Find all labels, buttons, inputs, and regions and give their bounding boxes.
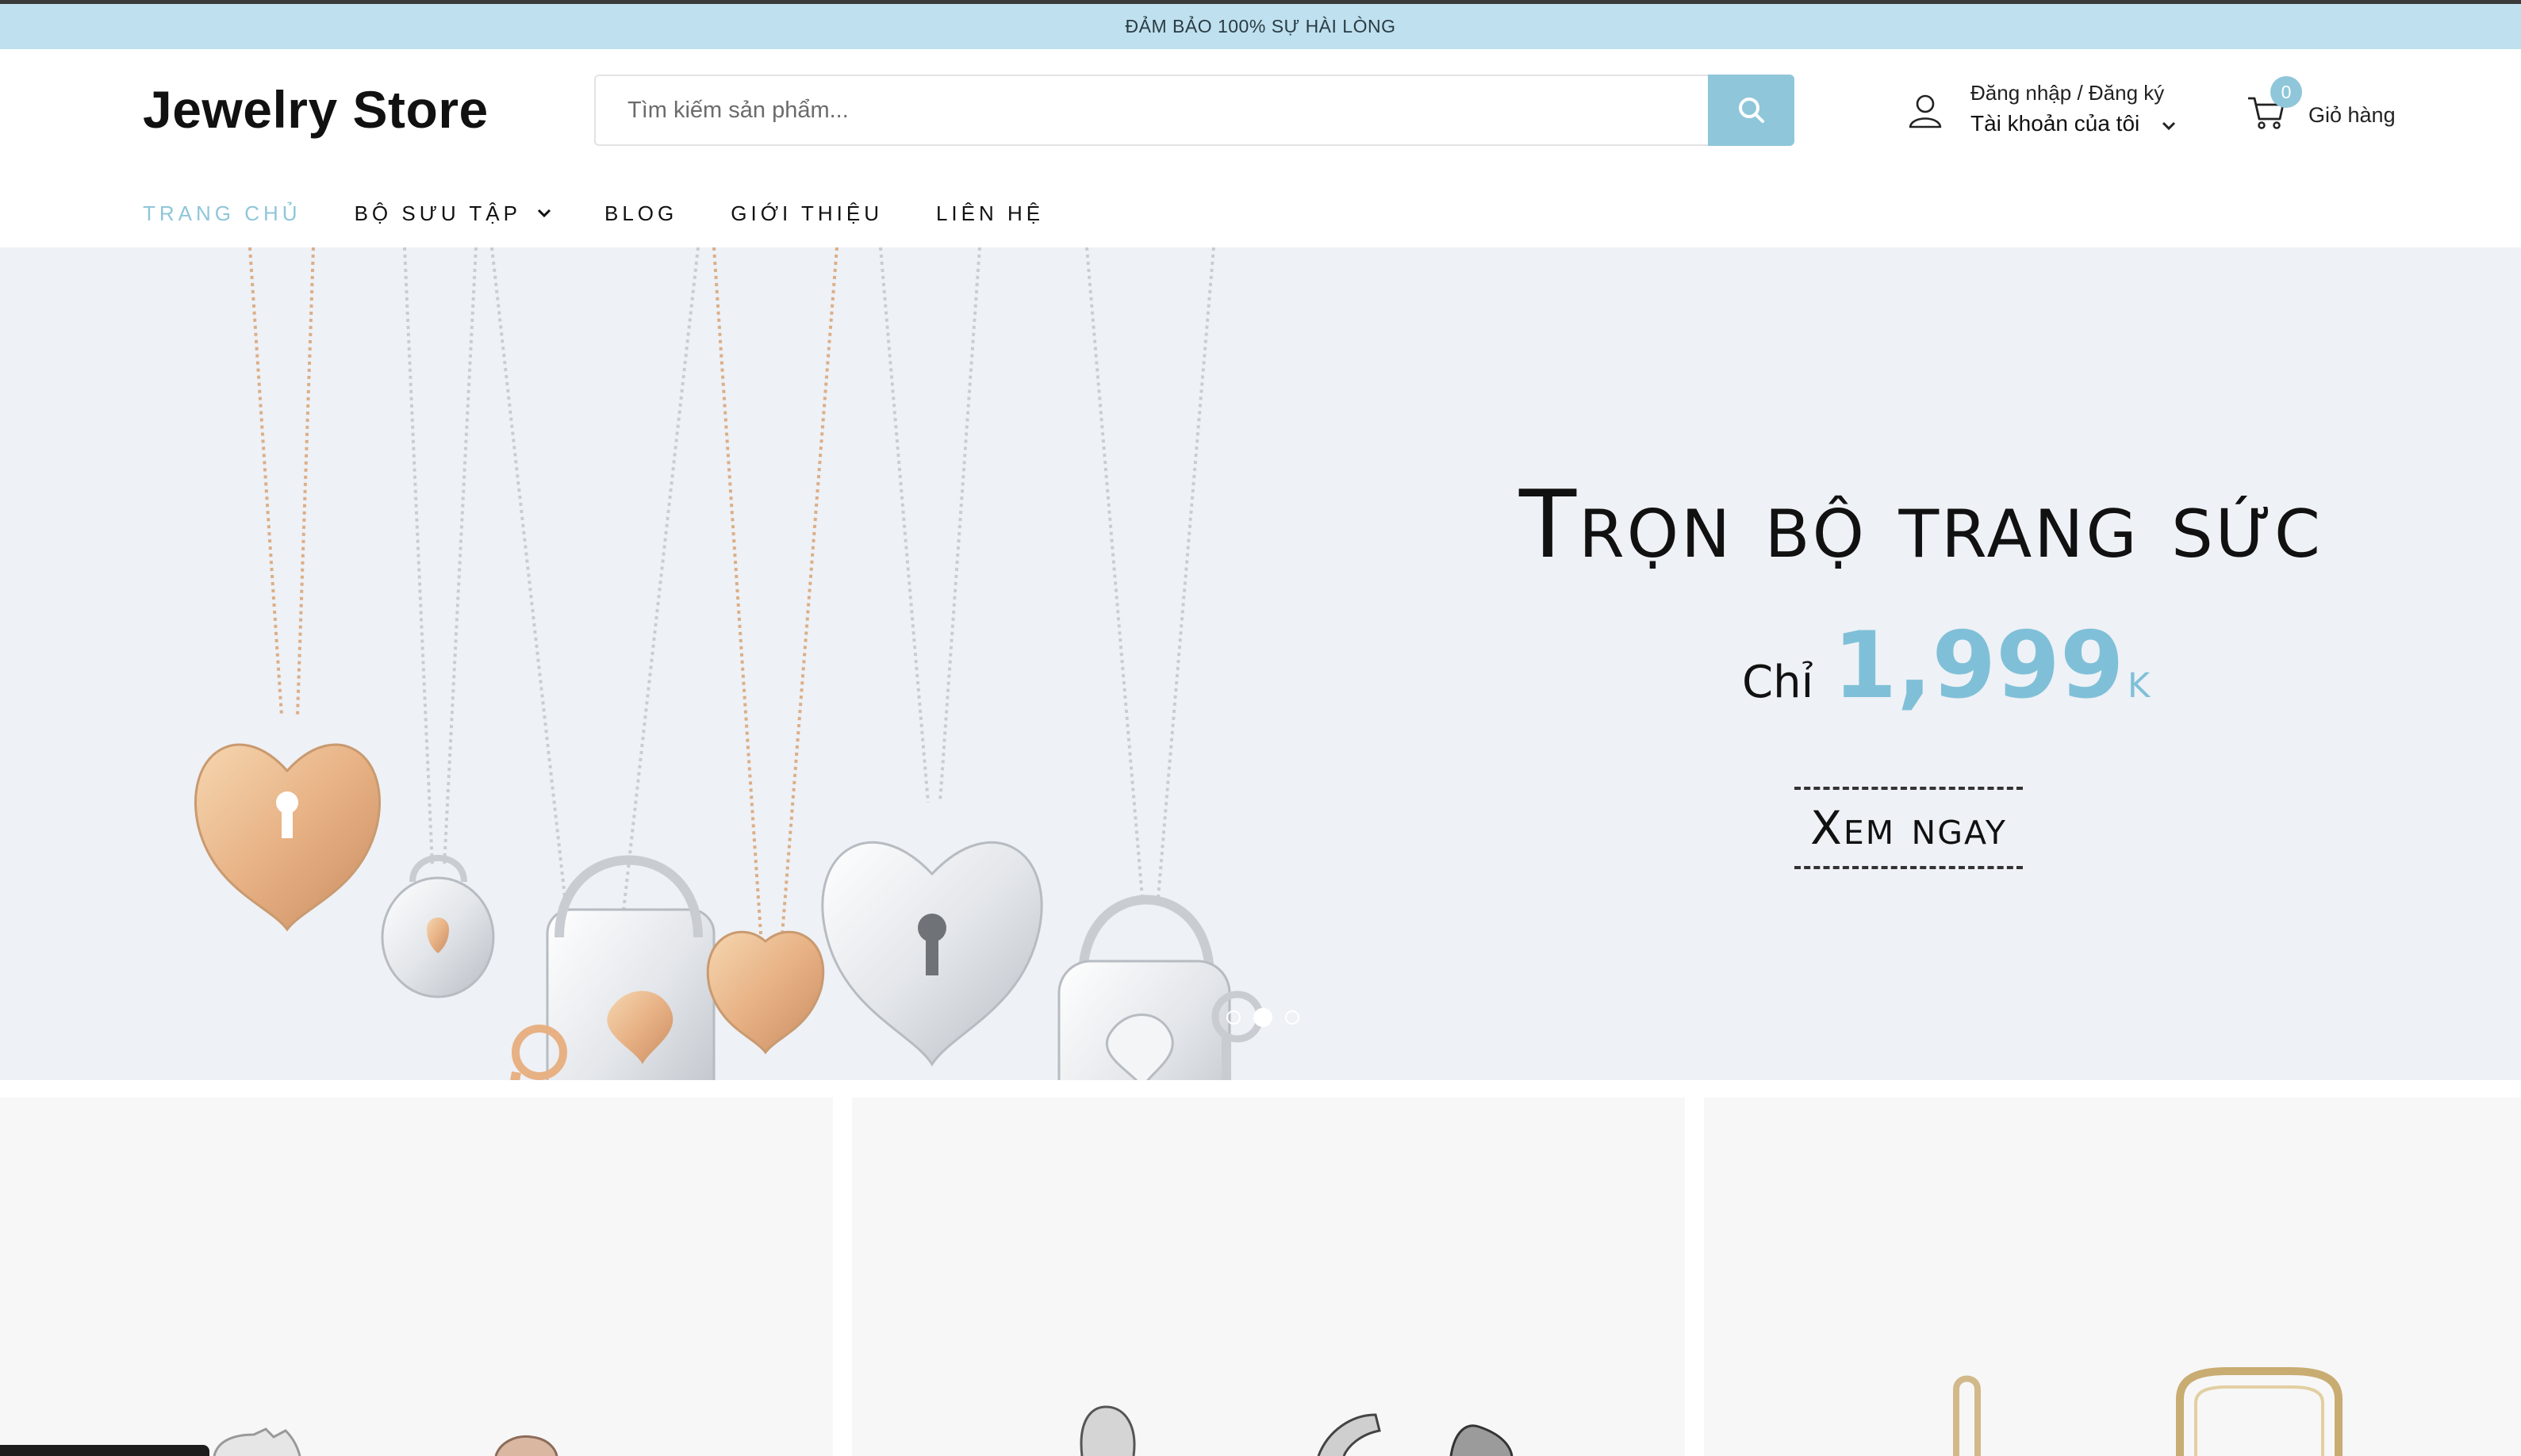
slider-dot-3[interactable] [1285, 1010, 1299, 1025]
search-bar [594, 75, 1794, 146]
hero-price: Chỉ 1,999 k [1742, 620, 2150, 712]
nav-item-blog[interactable]: BLOG [604, 201, 677, 226]
cart-count-badge: 0 [2270, 76, 2302, 108]
announcement-bar: ĐẢM BẢO 100% SỰ HÀI LÒNG [0, 0, 2521, 49]
main-nav: TRANG CHỦ BỘ SƯU TẬP BLOG GIỚI THIỆU LIÊ… [143, 193, 1097, 233]
collection-card-hoops[interactable] [1704, 1098, 2521, 1456]
shop-now-button[interactable]: Xem ngay [1794, 787, 2023, 869]
search-button[interactable] [1708, 75, 1794, 146]
collection-card-rings[interactable] [0, 1098, 833, 1456]
account-menu[interactable]: Đăng nhập / Đăng ký Tài khoản của tôi [1907, 79, 2201, 143]
login-register-link[interactable]: Đăng nhập / Đăng ký [1970, 81, 2164, 105]
nav-item-label: TRANG CHỦ [143, 201, 301, 225]
nav-item-label: BLOG [604, 201, 678, 225]
nav-item-label: GIỚI THIỆU [731, 201, 883, 225]
nav-item-collections[interactable]: BỘ SƯU TẬP [355, 201, 551, 226]
cart-button[interactable]: 0 Giỏ hàng [2247, 76, 2405, 148]
site-logo[interactable]: Jewelry Store [143, 79, 489, 140]
rings-image [213, 1427, 558, 1456]
my-account-label[interactable]: Tài khoản của tôi [1970, 111, 2139, 136]
slider-dot-2[interactable] [1253, 1008, 1272, 1027]
slider-dot-1[interactable] [1226, 1010, 1241, 1025]
chevron-down-icon [537, 209, 551, 218]
collection-card-earrings[interactable] [852, 1098, 1685, 1456]
slider-pagination [1226, 1008, 1299, 1027]
chevron-down-icon [2162, 121, 2176, 131]
hero-jewelry-image [194, 247, 1264, 1080]
hoops-image [1953, 1367, 2343, 1456]
site-header: Jewelry Store Đăng nhập / Đăng ký Tài kh… [0, 49, 2521, 249]
hero-price-prefix: Chỉ [1742, 657, 1814, 708]
hero-banner[interactable]: Trọn bộ trang sức Chỉ 1,999 k Xem ngay [0, 247, 2521, 1080]
hero-price-unit: k [2127, 651, 2151, 709]
nav-item-about[interactable]: GIỚI THIỆU [731, 201, 883, 226]
nav-item-label: BỘ SƯU TẬP [354, 201, 521, 225]
cart-label[interactable]: Giỏ hàng [2308, 103, 2396, 128]
announcement-text: ĐẢM BẢO 100% SỰ HÀI LÒNG [1125, 16, 1396, 36]
overlay-badge [0, 1445, 209, 1456]
search-icon [1738, 98, 1764, 123]
earrings-image [1080, 1405, 1514, 1456]
nav-item-home[interactable]: TRANG CHỦ [143, 201, 301, 226]
nav-item-label: LIÊN HỆ [935, 201, 1045, 225]
search-input[interactable] [594, 75, 1708, 146]
hero-title: Trọn bộ trang sức [1519, 469, 2323, 579]
hero-price-value: 1,999 [1832, 612, 2124, 719]
nav-item-contact[interactable]: LIÊN HỆ [936, 201, 1044, 226]
user-icon [1909, 94, 1942, 128]
collection-grid [0, 1098, 2521, 1456]
